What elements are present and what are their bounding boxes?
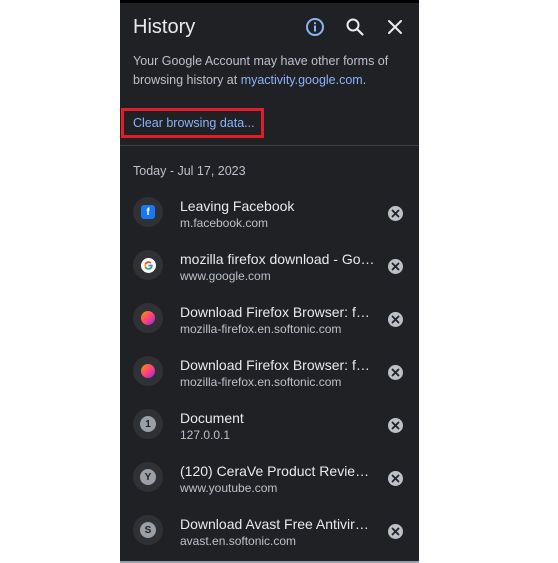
remove-icon[interactable] [388,312,403,327]
divider [120,145,419,146]
history-item-url: 127.0.0.1 [180,428,231,442]
history-panel: History Your Google Account may have oth… [120,0,419,563]
favicon: Y [133,462,163,492]
favicon: 1 [133,409,163,439]
remove-icon[interactable] [388,524,403,539]
history-item[interactable]: Download Firefox Browser: fast, private … [120,293,419,346]
favicon [133,303,163,333]
facebook-icon: f [141,205,155,219]
history-list: f Leaving Facebook m.facebook.com mozill… [120,187,419,558]
account-notice: Your Google Account may have other forms… [133,52,408,90]
favicon: f [133,197,163,227]
remove-icon[interactable] [388,365,403,380]
notice-suffix: . [362,73,367,87]
history-item-title: (120) CeraVe Product Review : ... [180,463,375,479]
remove-icon[interactable] [388,259,403,274]
firefox-icon [141,311,155,325]
history-item[interactable]: S Download Avast Free Antivirus for Wind… [120,505,419,558]
letter-icon: S [140,522,156,538]
history-item[interactable]: Y (120) CeraVe Product Review : ... www.… [120,452,419,505]
history-item-url: mozilla-firefox.en.softonic.com [180,375,342,389]
history-item-title: Download Firefox Browser: fast, private … [180,357,375,373]
history-header: History [120,3,419,48]
history-item[interactable]: 1 Document 127.0.0.1 [120,399,419,452]
history-item-url: www.google.com [180,269,271,283]
firefox-icon [141,364,155,378]
clear-browsing-data-link[interactable]: Clear browsing data... [133,116,255,130]
history-item-url: avast.en.softonic.com [180,534,297,548]
search-icon[interactable] [343,15,367,39]
history-item-title: Download Avast Free Antivirus for Window… [180,516,375,532]
letter-icon: 1 [140,416,156,432]
history-item[interactable]: Download Firefox Browser: fast, private … [120,346,419,399]
remove-icon[interactable] [388,206,403,221]
date-header: Today - Jul 17, 2023 [133,164,246,178]
history-item-url: www.youtube.com [180,481,278,495]
history-item-title: Leaving Facebook [180,198,295,214]
google-icon [140,257,156,273]
history-item-url: mozilla-firefox.en.softonic.com [180,322,342,336]
favicon: S [133,515,163,545]
favicon [133,356,163,386]
remove-icon[interactable] [388,418,403,433]
remove-icon[interactable] [388,471,403,486]
history-item-url: m.facebook.com [180,216,269,230]
page-title: History [133,16,196,38]
history-item-title: Document [180,410,244,426]
info-icon[interactable] [303,15,327,39]
favicon [133,250,163,280]
close-icon[interactable] [383,15,407,39]
history-item-title: mozilla firefox download - Google Search [180,251,375,267]
letter-icon: Y [140,469,156,485]
history-item[interactable]: f Leaving Facebook m.facebook.com [120,187,419,240]
history-item[interactable]: mozilla firefox download - Google Search… [120,240,419,293]
history-item-title: Download Firefox Browser: fast, private … [180,304,375,320]
myactivity-link[interactable]: myactivity.google.com [241,73,363,87]
